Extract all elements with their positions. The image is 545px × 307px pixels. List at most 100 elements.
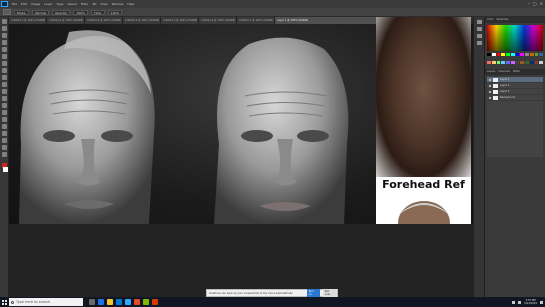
tab-layers[interactable]: Layers (487, 69, 495, 75)
eyedropper-tool-icon[interactable] (1, 54, 7, 59)
eraser-tool-icon[interactable] (1, 89, 7, 94)
task-view-icon[interactable] (89, 299, 95, 305)
clock-date: 5/24/2019 (524, 302, 537, 305)
menu-view[interactable]: View (100, 0, 107, 8)
tab-swatches[interactable]: Swatches (497, 17, 509, 23)
close-button[interactable]: ✕ (540, 0, 543, 8)
reference-image-panel: Forehead Ref (376, 17, 471, 224)
tool-preset-picker[interactable] (3, 9, 11, 15)
visibility-eye-icon[interactable] (489, 78, 491, 81)
dodge-tool-icon[interactable] (1, 110, 7, 115)
hand-tool-icon[interactable] (1, 145, 7, 150)
maximize-button[interactable]: □ (533, 0, 537, 8)
not-now-button[interactable]: Not now (322, 289, 337, 297)
menu-file[interactable]: File (12, 0, 17, 8)
onedrive-notification: OneDrive can back up your screenshots to… (206, 289, 338, 297)
layers-list: Layer 1 Layer 2 Layer 3 Background (487, 77, 543, 157)
notification-text: OneDrive can back up your screenshots to… (209, 291, 294, 295)
visibility-eye-icon[interactable] (489, 90, 491, 93)
menu-layer[interactable]: Layer (44, 0, 52, 8)
opacity-input[interactable]: 100% (73, 9, 88, 15)
layer-thumbnail (493, 95, 498, 100)
history-panel-icon[interactable] (476, 20, 482, 24)
notifications-icon[interactable] (540, 300, 543, 304)
menu-select[interactable]: Select (68, 0, 77, 8)
mode-select[interactable]: Normal (32, 9, 50, 15)
background-color-swatch[interactable] (3, 167, 8, 172)
store-icon[interactable] (116, 299, 122, 305)
crop-tool-icon[interactable] (1, 47, 7, 52)
right-panels: Color Swatches Layers Channels Paths Lay… (484, 17, 545, 297)
shape-tool-icon[interactable] (1, 138, 7, 143)
adjustments-panel-icon[interactable] (476, 41, 482, 45)
document-tab[interactable]: Untitled-7 @ 100% (RGB/8) (237, 17, 275, 24)
edge-browser-icon[interactable] (98, 299, 104, 305)
menu-filter[interactable]: Filter (81, 0, 88, 8)
marquee-tool-icon[interactable] (1, 26, 7, 31)
app-taskbar-icon[interactable] (143, 299, 149, 305)
windows-taskbar: Type here to search 3:57 PM 5/24/2019 (0, 297, 545, 307)
path-select-tool-icon[interactable] (1, 131, 7, 136)
document-tab[interactable]: Untitled-1 @ 100% (RGB/8) (9, 17, 47, 24)
turn-on-button[interactable]: Turn on (306, 289, 320, 297)
blur-tool-icon[interactable] (1, 103, 7, 108)
flow-input[interactable]: 100% (107, 9, 123, 15)
lasso-tool-icon[interactable] (1, 33, 7, 38)
menu-image[interactable]: Image (31, 0, 40, 8)
network-icon[interactable] (512, 300, 516, 304)
healing-tool-icon[interactable] (1, 61, 7, 66)
taskbar-clock[interactable]: 3:57 PM 5/24/2019 (524, 299, 537, 305)
document-tab-active[interactable]: Layer 1 @ 100% (RGB/8) (275, 17, 387, 24)
recorder-taskbar-icon[interactable] (152, 299, 158, 305)
document-tab[interactable]: Untitled-4 @ 100% (RGB/8) (123, 17, 161, 24)
brush-panel-icon[interactable] (476, 34, 482, 38)
reference-photo-face (376, 17, 471, 177)
search-placeholder: Type here to search (16, 300, 51, 304)
tab-color[interactable]: Color (487, 17, 494, 23)
zbrush-taskbar-icon[interactable] (134, 299, 140, 305)
clone-stamp-tool-icon[interactable] (1, 75, 7, 80)
menu-3d[interactable]: 3D (92, 0, 96, 8)
quick-select-tool-icon[interactable] (1, 40, 7, 45)
gradient-tool-icon[interactable] (1, 96, 7, 101)
reference-caption: Forehead Ref (376, 177, 471, 193)
layer-row[interactable]: Background (487, 95, 543, 101)
windows-start-icon[interactable] (0, 297, 8, 307)
menu-help[interactable]: Help (127, 0, 134, 8)
menu-edit[interactable]: Edit (21, 0, 27, 8)
zoom-tool-icon[interactable] (1, 152, 7, 157)
menu-window[interactable]: Window (112, 0, 124, 8)
pasteboard-area (9, 224, 495, 297)
document-tab[interactable]: Untitled-6 @ 100% (RGB/8) (199, 17, 237, 24)
photoshop-taskbar-icon[interactable] (125, 299, 131, 305)
history-brush-tool-icon[interactable] (1, 82, 7, 87)
brush-tool-icon[interactable] (1, 68, 7, 73)
tab-paths[interactable]: Paths (513, 69, 520, 75)
move-tool-icon[interactable] (1, 19, 7, 24)
volume-icon[interactable] (518, 300, 522, 304)
sculpt-head-right (214, 37, 349, 224)
visibility-eye-icon[interactable] (489, 84, 491, 87)
tab-channels[interactable]: Channels (498, 69, 510, 75)
menu-type[interactable]: Type (57, 0, 64, 8)
type-tool-icon[interactable] (1, 124, 7, 129)
menu-bar: File Edit Image Layer Type Select Filter… (0, 0, 545, 8)
options-bar: Mode: Normal Opacity: 100% Flow: 100% (0, 8, 545, 17)
file-explorer-icon[interactable] (107, 299, 113, 305)
pen-tool-icon[interactable] (1, 117, 7, 122)
layer-thumbnail (493, 77, 498, 82)
layer-thumbnail (493, 89, 498, 94)
taskbar-search-box[interactable]: Type here to search (9, 298, 83, 306)
taskbar-pinned-apps (89, 299, 158, 305)
document-tab[interactable]: Untitled-3 @ 100% (RGB/8) (85, 17, 123, 24)
minimize-button[interactable]: – (528, 0, 530, 8)
document-tab[interactable]: Untitled-2 @ 100% (RGB/8) (47, 17, 85, 24)
system-tray: 3:57 PM 5/24/2019 (512, 297, 543, 307)
color-picker-field[interactable] (487, 25, 543, 51)
mode-label: Mode: (14, 9, 30, 15)
tools-panel (0, 17, 9, 297)
properties-panel-icon[interactable] (476, 27, 482, 31)
visibility-eye-icon[interactable] (489, 96, 491, 99)
swatch-grid[interactable] (487, 53, 543, 67)
document-tab[interactable]: Untitled-5 @ 100% (RGB/8) (161, 17, 199, 24)
